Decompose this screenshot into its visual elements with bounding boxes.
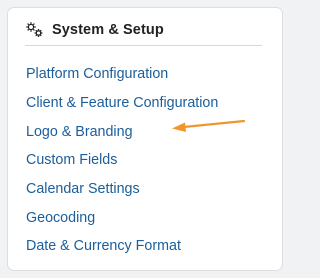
settings-link-list: Platform Configuration Client & Feature … — [26, 60, 218, 261]
list-item: Calendar Settings — [26, 175, 218, 204]
list-item: Logo & Branding — [26, 117, 218, 146]
platform-configuration-link[interactable]: Platform Configuration — [26, 66, 168, 82]
date-currency-format-link[interactable]: Date & Currency Format — [26, 238, 181, 254]
logo-branding-link[interactable]: Logo & Branding — [26, 124, 133, 140]
card-header: System & Setup — [25, 18, 164, 42]
list-item: Platform Configuration — [26, 60, 218, 89]
card-title: System & Setup — [52, 22, 164, 38]
system-setup-card: System & Setup Platform Configuration Cl… — [7, 7, 283, 271]
gears-icon — [25, 21, 45, 39]
client-feature-configuration-link[interactable]: Client & Feature Configuration — [26, 95, 218, 111]
geocoding-link[interactable]: Geocoding — [26, 210, 95, 226]
custom-fields-link[interactable]: Custom Fields — [26, 152, 117, 168]
calendar-settings-link[interactable]: Calendar Settings — [26, 181, 140, 197]
list-item: Custom Fields — [26, 146, 218, 175]
list-item: Geocoding — [26, 203, 218, 232]
list-item: Client & Feature Configuration — [26, 89, 218, 118]
list-item: Date & Currency Format — [26, 232, 218, 261]
header-divider — [25, 45, 262, 46]
